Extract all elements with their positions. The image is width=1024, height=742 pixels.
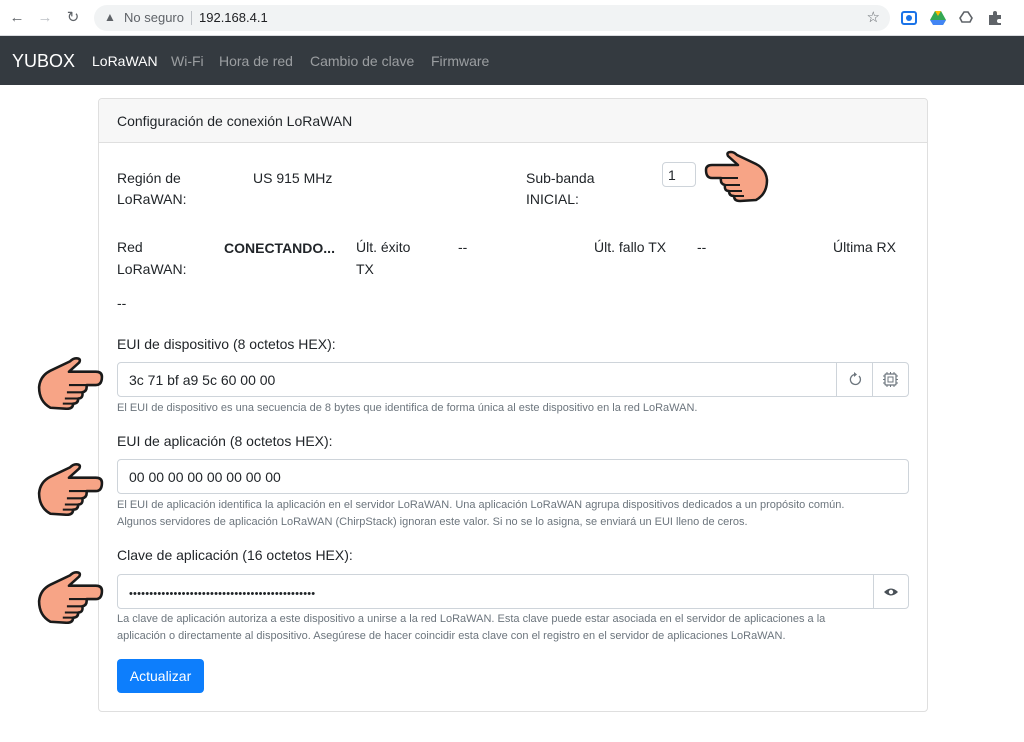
eye-icon: [884, 588, 898, 596]
cloud-icon[interactable]: [957, 9, 975, 27]
app-key-help-line2: aplicación o directamente al dispositivo…: [117, 630, 786, 642]
network-status-value: CONECTANDO...: [224, 240, 335, 256]
nav-change-password[interactable]: Cambio de clave: [310, 52, 414, 70]
reload-icon[interactable]: ↻: [64, 9, 82, 27]
regenerate-dev-eui-button[interactable]: [836, 362, 873, 397]
dev-eui-input[interactable]: 3c 71 bf a9 5c 60 00 00: [117, 362, 837, 397]
dev-eui-value: 3c 71 bf a9 5c 60 00 00: [129, 372, 276, 388]
subband-input[interactable]: 1: [662, 162, 696, 187]
chip-icon: [883, 372, 898, 387]
hardware-eui-button[interactable]: [872, 362, 909, 397]
warning-icon: ▲: [104, 10, 116, 24]
subband-label-line1: Sub-banda: [526, 170, 595, 186]
last-tx-success-label-line1: Últ. éxito: [356, 239, 411, 255]
network-label-line1: Red: [117, 239, 143, 255]
app-key-label: Clave de aplicación (16 octetos HEX):: [117, 547, 353, 563]
nav-firmware[interactable]: Firmware: [431, 52, 489, 70]
app-eui-input[interactable]: 00 00 00 00 00 00 00 00: [117, 459, 909, 494]
region-label-line1: Región de: [117, 170, 181, 186]
screenshot-extension-icon[interactable]: [900, 9, 918, 27]
app-eui-help-line2: Algunos servidores de aplicación LoRaWAN…: [117, 516, 748, 528]
app-key-help-line1: La clave de aplicación autoriza a este d…: [117, 613, 826, 625]
region-label-line2: LoRaWAN:: [117, 191, 187, 207]
pointing-hand-icon: [37, 357, 104, 410]
pointing-hand-icon: [37, 463, 104, 516]
back-arrow-icon[interactable]: ←: [8, 9, 26, 27]
card-title: Configuración de conexión LoRaWAN: [117, 113, 353, 129]
app-eui-help-line1: El EUI de aplicación identifica la aplic…: [117, 499, 845, 511]
last-rx-label: Última RX: [833, 239, 897, 255]
star-icon[interactable]: ☆: [867, 9, 880, 27]
security-label: No seguro: [124, 10, 184, 25]
drive-icon[interactable]: [929, 9, 947, 27]
network-label-line2: LoRaWAN:: [117, 261, 187, 277]
region-value: US 915 MHz: [253, 170, 333, 186]
pointing-hand-icon: [37, 571, 104, 624]
pointing-hand-icon: [704, 150, 769, 203]
update-button[interactable]: Actualizar: [117, 659, 204, 693]
last-tx-success-value: --: [458, 239, 468, 255]
brand-logo[interactable]: YUBOX: [12, 50, 75, 72]
dev-eui-label: EUI de dispositivo (8 octetos HEX):: [117, 336, 336, 352]
last-tx-fail-value: --: [697, 239, 707, 255]
subband-label-line2: INICIAL:: [526, 191, 579, 207]
nav-network-time[interactable]: Hora de red: [219, 52, 293, 70]
app-key-value: ••••••••••••••••••••••••••••••••••••••••…: [129, 588, 316, 600]
last-rx-value: --: [117, 295, 127, 311]
top-navbar: YUBOX LoRaWAN Wi-Fi Hora de red Cambio d…: [0, 36, 1024, 85]
omnibox-divider: [191, 11, 192, 25]
address-bar[interactable]: ▲ No seguro 192.168.4.1 ☆: [94, 5, 890, 31]
nav-wifi[interactable]: Wi-Fi: [171, 52, 204, 70]
app-key-input[interactable]: ••••••••••••••••••••••••••••••••••••••••…: [117, 574, 874, 609]
last-tx-fail-label: Últ. fallo TX: [594, 239, 667, 255]
dev-eui-help: El EUI de dispositivo es una secuencia d…: [117, 402, 698, 414]
card-header: Configuración de conexión LoRaWAN: [99, 99, 927, 143]
app-eui-value: 00 00 00 00 00 00 00 00: [129, 469, 281, 485]
toggle-key-visibility-button[interactable]: [873, 574, 909, 609]
refresh-icon: [849, 372, 862, 386]
puzzle-extension-icon[interactable]: [986, 9, 1004, 27]
app-eui-label: EUI de aplicación (8 octetos HEX):: [117, 433, 333, 449]
subband-value: 1: [668, 167, 676, 183]
nav-lorawan[interactable]: LoRaWAN: [92, 52, 158, 70]
browser-toolbar: ← → ↻ ▲ No seguro 192.168.4.1 ☆: [0, 0, 1024, 36]
url-text[interactable]: 192.168.4.1: [199, 10, 268, 26]
last-tx-success-label-line2: TX: [356, 261, 374, 277]
forward-arrow-icon[interactable]: →: [36, 9, 54, 27]
